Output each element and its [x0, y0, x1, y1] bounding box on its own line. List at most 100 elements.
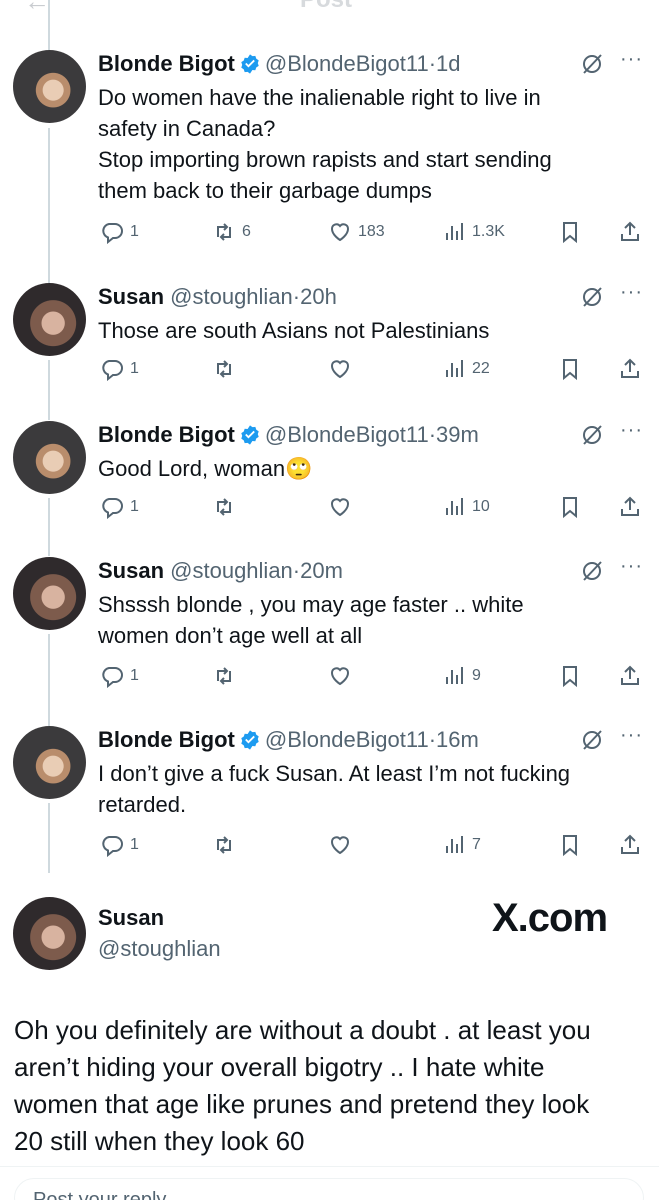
like-button[interactable] — [328, 493, 358, 521]
main-post-text: Oh you definitely are without a doubt . … — [14, 1015, 591, 1156]
action-bar: 1 7 — [0, 831, 659, 861]
repost-button[interactable] — [212, 831, 242, 859]
separator-dot: · — [428, 51, 437, 76]
grok-icon[interactable] — [580, 423, 604, 447]
watermark: X.com — [492, 896, 608, 940]
more-icon[interactable]: ··· — [620, 281, 643, 304]
more-icon[interactable]: ··· — [620, 555, 643, 578]
bookmark-icon — [563, 497, 577, 519]
views-button[interactable]: 9 — [442, 662, 481, 690]
reply-icon — [102, 498, 123, 519]
bookmark-button[interactable] — [558, 355, 582, 383]
tweet-time[interactable]: 20h — [300, 284, 337, 309]
author-handle[interactable]: @stoughlian — [170, 558, 293, 583]
reply-icon — [102, 360, 123, 381]
back-arrow-icon[interactable]: ← — [24, 0, 50, 14]
bookmark-button[interactable] — [558, 493, 582, 521]
thread-line — [48, 0, 50, 50]
verified-badge-icon — [241, 730, 259, 750]
author-handle[interactable]: @stoughlian — [98, 936, 221, 962]
author-handle[interactable]: @BlondeBigot11 — [265, 727, 429, 752]
reply-button[interactable]: 1 — [100, 218, 139, 246]
tweet-header: Blonde Bigot @BlondeBigot11·16m — [98, 726, 479, 756]
share-button[interactable] — [618, 493, 642, 521]
author-handle[interactable]: @BlondeBigot11 — [265, 51, 429, 76]
share-button[interactable] — [618, 355, 642, 383]
tweet-time[interactable]: 39m — [436, 422, 479, 447]
grok-icon[interactable] — [580, 52, 604, 76]
tweet-time[interactable]: 16m — [436, 727, 479, 752]
author-name[interactable]: Susan — [98, 558, 164, 583]
like-button[interactable] — [328, 355, 358, 383]
reply-input[interactable]: Post your reply — [14, 1178, 644, 1200]
repost-button[interactable]: 6 — [212, 218, 251, 246]
share-button[interactable] — [618, 662, 642, 690]
repost-button[interactable] — [212, 355, 242, 383]
verified-badge-icon — [241, 54, 259, 74]
bookmark-icon — [563, 666, 577, 688]
author-name[interactable]: Susan — [98, 905, 164, 931]
share-icon — [621, 665, 639, 685]
avatar[interactable] — [13, 557, 86, 630]
author-name[interactable]: Blonde Bigot — [98, 422, 235, 447]
verified-badge-icon — [241, 425, 259, 445]
more-icon[interactable]: ··· — [620, 724, 643, 747]
repost-icon — [217, 223, 231, 241]
bookmark-icon — [563, 222, 577, 244]
share-button[interactable] — [618, 218, 642, 246]
share-icon — [621, 834, 639, 854]
repost-button[interactable] — [212, 493, 242, 521]
like-button[interactable]: 183 — [328, 218, 385, 246]
avatar[interactable] — [13, 726, 86, 799]
reply-button[interactable]: 1 — [100, 831, 139, 859]
action-bar: 1 9 — [0, 662, 659, 692]
bookmark-button[interactable] — [558, 662, 582, 690]
views-button[interactable]: 22 — [442, 355, 490, 383]
grok-icon[interactable] — [580, 728, 604, 752]
action-bar: 1 10 — [0, 493, 659, 523]
tweet-header: Susan @stoughlian·20m — [98, 557, 343, 587]
bookmark-button[interactable] — [558, 831, 582, 859]
avatar[interactable] — [13, 283, 86, 356]
share-icon — [621, 496, 639, 516]
reply-button[interactable]: 1 — [100, 662, 139, 690]
separator-dot: · — [428, 727, 437, 752]
share-button[interactable] — [618, 831, 642, 859]
views-button[interactable]: 7 — [442, 831, 481, 859]
like-button[interactable] — [328, 831, 358, 859]
author-handle[interactable]: @stoughlian — [170, 284, 293, 309]
grok-icon[interactable] — [580, 285, 604, 309]
tweet-time[interactable]: 1d — [436, 51, 460, 76]
author-name[interactable]: Blonde Bigot — [98, 727, 235, 752]
repost-button[interactable] — [212, 662, 242, 690]
views-button[interactable]: 1.3K — [442, 218, 505, 246]
more-icon[interactable]: ··· — [620, 48, 643, 71]
views-icon — [446, 667, 463, 684]
repost-icon — [217, 667, 231, 685]
like-icon — [331, 360, 349, 379]
views-icon — [446, 360, 463, 377]
like-icon — [331, 836, 349, 855]
reply-button[interactable]: 1 — [100, 493, 139, 521]
top-bar: ← Post — [0, 0, 659, 14]
views-button[interactable]: 10 — [442, 493, 490, 521]
tweet-time[interactable]: 20m — [300, 558, 343, 583]
author-handle[interactable]: @BlondeBigot11 — [265, 422, 429, 447]
avatar[interactable] — [13, 50, 86, 123]
author-name[interactable]: Susan — [98, 284, 164, 309]
author-name[interactable]: Blonde Bigot — [98, 51, 235, 76]
reply-button[interactable]: 1 — [100, 355, 139, 383]
action-bar: 1 6 183 1.3K — [0, 218, 659, 248]
like-icon — [331, 667, 349, 686]
grok-icon[interactable] — [580, 559, 604, 583]
bookmark-button[interactable] — [558, 218, 582, 246]
tweet-text: Those are south Asians not Palestinians — [98, 318, 490, 343]
like-button[interactable] — [328, 662, 358, 690]
avatar[interactable] — [13, 897, 86, 970]
avatar[interactable] — [13, 421, 86, 494]
bookmark-icon — [563, 835, 577, 857]
tweet-header: Blonde Bigot @BlondeBigot11·39m — [98, 421, 479, 451]
bookmark-icon — [563, 359, 577, 381]
more-icon[interactable]: ··· — [620, 419, 643, 442]
views-icon — [446, 223, 463, 240]
